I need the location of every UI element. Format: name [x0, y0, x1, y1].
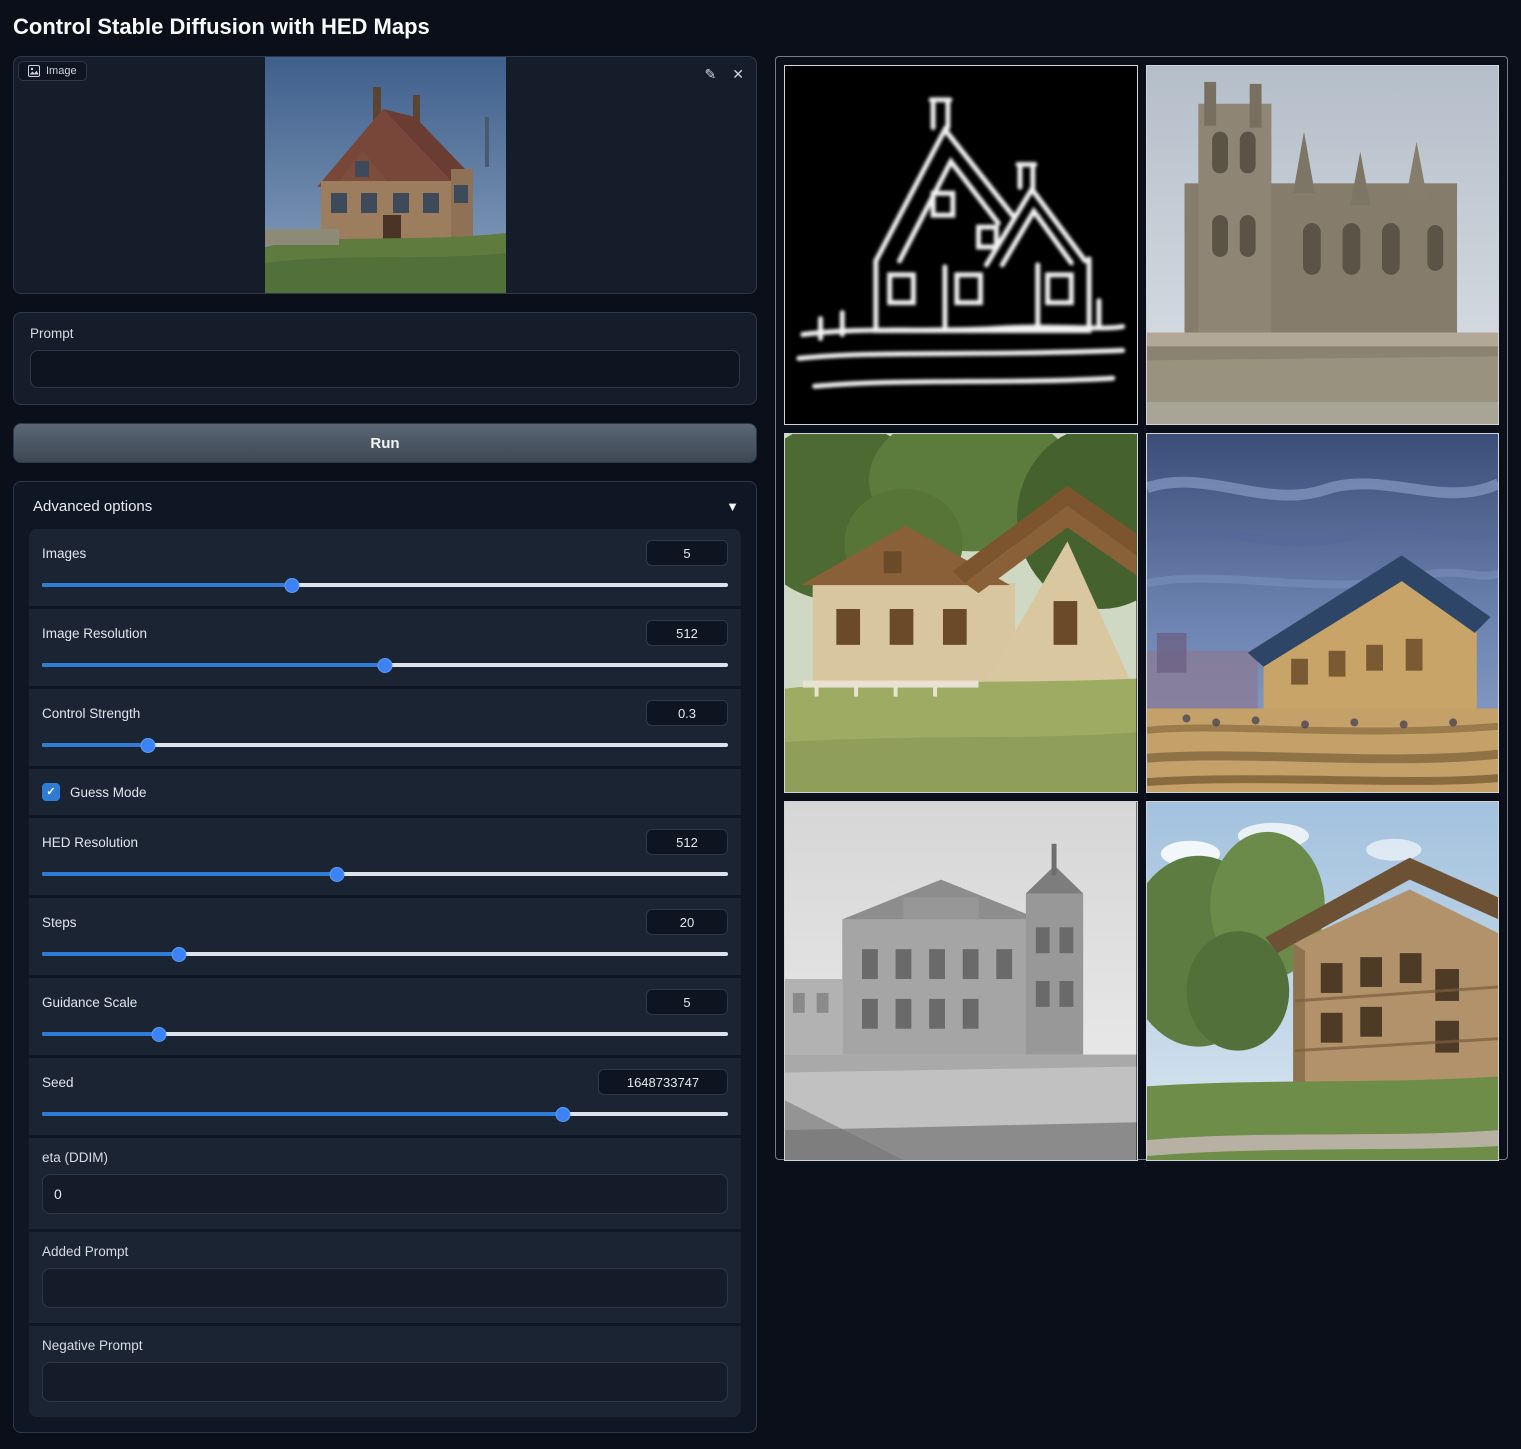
image-resolution-slider[interactable]	[42, 657, 728, 673]
left-column: Image ✎ ✕	[13, 56, 757, 1433]
control-strength-value-input[interactable]	[646, 700, 728, 726]
image-resolution-value-input[interactable]	[646, 620, 728, 646]
seed-label: Seed	[42, 1075, 74, 1090]
slider-handle[interactable]	[556, 1107, 571, 1122]
output-gallery	[775, 56, 1508, 1160]
hed-resolution-value-input[interactable]	[646, 829, 728, 855]
page-title: Control Stable Diffusion with HED Maps	[13, 14, 1508, 40]
gallery-item-painted-cottage[interactable]	[784, 433, 1138, 793]
guidance-scale-row: Guidance Scale	[29, 978, 741, 1055]
cathedral-image	[1147, 66, 1499, 424]
steps-slider[interactable]	[42, 946, 728, 962]
impressionist-painting-image	[1147, 434, 1499, 792]
slider-fill	[42, 1112, 563, 1116]
control-strength-slider[interactable]	[42, 737, 728, 753]
hed-map-image	[785, 66, 1137, 424]
seed-value-input[interactable]	[598, 1069, 728, 1095]
run-button[interactable]: Run	[13, 423, 757, 463]
steps-value-input[interactable]	[646, 909, 728, 935]
image-upload[interactable]: Image ✎ ✕	[13, 56, 757, 294]
image-toolbar: ✎ ✕	[703, 65, 746, 83]
slider-handle[interactable]	[141, 738, 156, 753]
seed-slider[interactable]	[42, 1106, 728, 1122]
slider-handle[interactable]	[172, 947, 187, 962]
chevron-down-icon: ▼	[726, 499, 739, 514]
control-strength-row: Control Strength	[29, 689, 741, 766]
slider-fill	[42, 583, 292, 587]
right-column	[775, 56, 1508, 1160]
steps-row: Steps	[29, 898, 741, 975]
advanced-options-panel: Advanced options ▼ Images	[13, 481, 757, 1433]
slider-handle[interactable]	[329, 867, 344, 882]
added-prompt-row: Added Prompt	[29, 1232, 741, 1323]
guidance-scale-value-input[interactable]	[646, 989, 728, 1015]
image-resolution-label: Image Resolution	[42, 626, 147, 641]
app: Control Stable Diffusion with HED Maps I…	[0, 0, 1521, 1449]
gallery-item-impressionist-painting[interactable]	[1146, 433, 1500, 793]
negative-prompt-row: Negative Prompt	[29, 1326, 741, 1417]
prompt-block: Prompt	[13, 312, 757, 405]
images-label: Images	[42, 546, 86, 561]
slider-fill	[42, 743, 148, 747]
images-value-input[interactable]	[646, 540, 728, 566]
gallery-item-timber-house[interactable]	[1146, 801, 1500, 1161]
advanced-options-label: Advanced options	[33, 498, 152, 515]
guess-mode-label: Guess Mode	[70, 785, 147, 800]
hed-resolution-row: HED Resolution	[29, 818, 741, 895]
timber-house-image	[1147, 802, 1499, 1160]
input-image	[265, 57, 506, 293]
image-icon	[28, 65, 40, 77]
advanced-form: Images Image Resolution	[29, 529, 741, 1417]
negative-prompt-label: Negative Prompt	[42, 1338, 728, 1353]
prompt-label: Prompt	[30, 326, 740, 341]
added-prompt-label: Added Prompt	[42, 1244, 728, 1259]
edit-image-button[interactable]: ✎	[703, 65, 719, 83]
guidance-scale-slider[interactable]	[42, 1026, 728, 1042]
eta-input[interactable]	[42, 1174, 728, 1214]
clear-image-button[interactable]: ✕	[730, 65, 746, 83]
eta-label: eta (DDIM)	[42, 1150, 728, 1165]
hed-resolution-label: HED Resolution	[42, 835, 138, 850]
slider-fill	[42, 1032, 159, 1036]
image-label-badge: Image	[18, 61, 87, 81]
gallery-item-cathedral[interactable]	[1146, 65, 1500, 425]
control-strength-label: Control Strength	[42, 706, 140, 721]
slider-fill	[42, 952, 179, 956]
hed-resolution-slider[interactable]	[42, 866, 728, 882]
guess-mode-row: Guess Mode	[29, 769, 741, 815]
image-resolution-row: Image Resolution	[29, 609, 741, 686]
added-prompt-input[interactable]	[42, 1268, 728, 1308]
slider-handle[interactable]	[151, 1027, 166, 1042]
slider-handle[interactable]	[378, 658, 393, 673]
guess-mode-checkbox[interactable]	[42, 783, 60, 801]
painted-cottage-image	[785, 434, 1137, 792]
prompt-input[interactable]	[30, 350, 740, 388]
seed-row: Seed	[29, 1058, 741, 1135]
images-row: Images	[29, 529, 741, 606]
bw-building-image	[785, 802, 1137, 1160]
eta-row: eta (DDIM)	[29, 1138, 741, 1229]
gallery-item-hed-map[interactable]	[784, 65, 1138, 425]
slider-fill	[42, 663, 385, 667]
gallery-item-bw-building[interactable]	[784, 801, 1138, 1161]
negative-prompt-input[interactable]	[42, 1362, 728, 1402]
slider-fill	[42, 872, 337, 876]
slider-handle[interactable]	[285, 578, 300, 593]
steps-label: Steps	[42, 915, 77, 930]
guidance-scale-label: Guidance Scale	[42, 995, 137, 1010]
image-label: Image	[46, 65, 77, 77]
images-slider[interactable]	[42, 577, 728, 593]
main-layout: Image ✎ ✕	[13, 56, 1508, 1433]
advanced-options-toggle[interactable]: Advanced options ▼	[33, 498, 739, 515]
